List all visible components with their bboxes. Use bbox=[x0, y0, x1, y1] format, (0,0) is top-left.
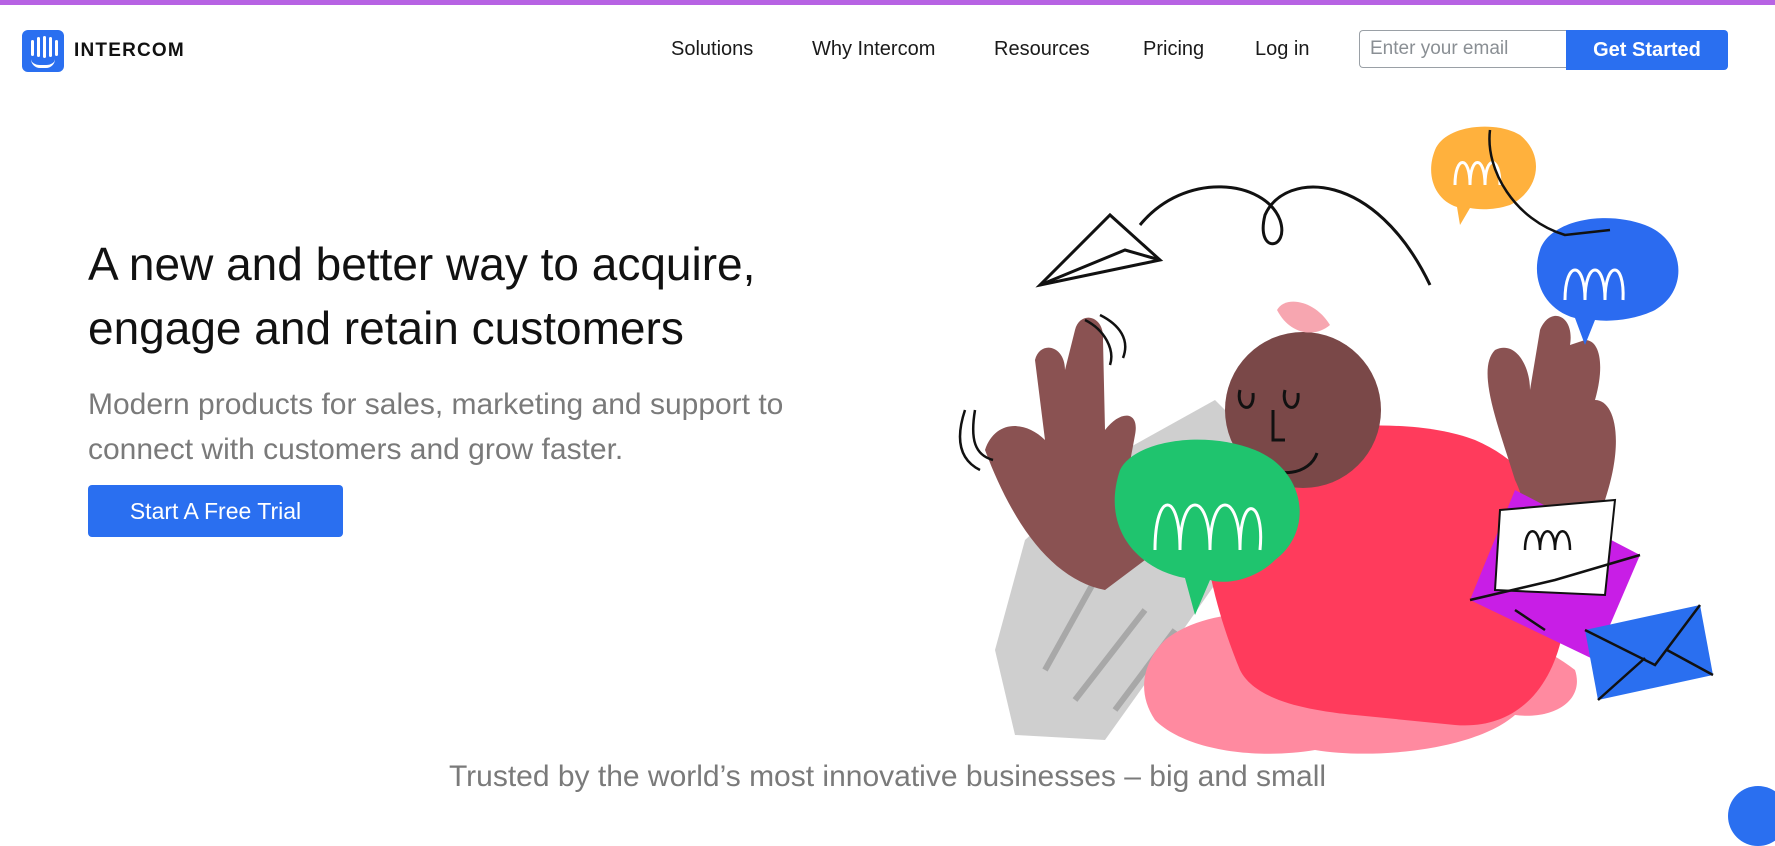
brand-logo[interactable]: INTERCOM bbox=[22, 30, 185, 72]
hair bbox=[1277, 301, 1330, 333]
nav-solutions[interactable]: Solutions bbox=[671, 38, 753, 61]
hero-title-line-2: engage and retain customers bbox=[88, 302, 684, 354]
top-accent-bar bbox=[0, 0, 1775, 5]
hero-subtitle: Modern products for sales, marketing and… bbox=[88, 382, 888, 472]
hero-illustration bbox=[958, 126, 1714, 754]
nav-pricing[interactable]: Pricing bbox=[1143, 38, 1204, 61]
hero-title-line-1: A new and better way to acquire, bbox=[88, 238, 756, 290]
trusted-tagline: Trusted by the world’s most innovative b… bbox=[448, 760, 1327, 793]
paper-plane-icon bbox=[1035, 212, 1164, 288]
brand-name: INTERCOM bbox=[74, 40, 185, 61]
get-started-button[interactable]: Get Started bbox=[1566, 30, 1728, 70]
hero-subtitle-line-1: Modern products for sales, marketing and… bbox=[88, 388, 784, 421]
chat-launcher-icon[interactable] bbox=[1728, 786, 1775, 846]
email-input[interactable] bbox=[1359, 30, 1567, 68]
nav-resources[interactable]: Resources bbox=[994, 38, 1090, 61]
hero-subtitle-line-2: connect with customers and grow faster. bbox=[88, 433, 624, 466]
nav-why-intercom[interactable]: Why Intercom bbox=[812, 38, 935, 61]
left-hand bbox=[985, 317, 1145, 590]
start-free-trial-button[interactable]: Start A Free Trial bbox=[88, 485, 343, 537]
nav-log-in[interactable]: Log in bbox=[1255, 38, 1310, 61]
intercom-logo-icon bbox=[22, 30, 64, 72]
hero-title: A new and better way to acquire, engage … bbox=[88, 232, 848, 360]
